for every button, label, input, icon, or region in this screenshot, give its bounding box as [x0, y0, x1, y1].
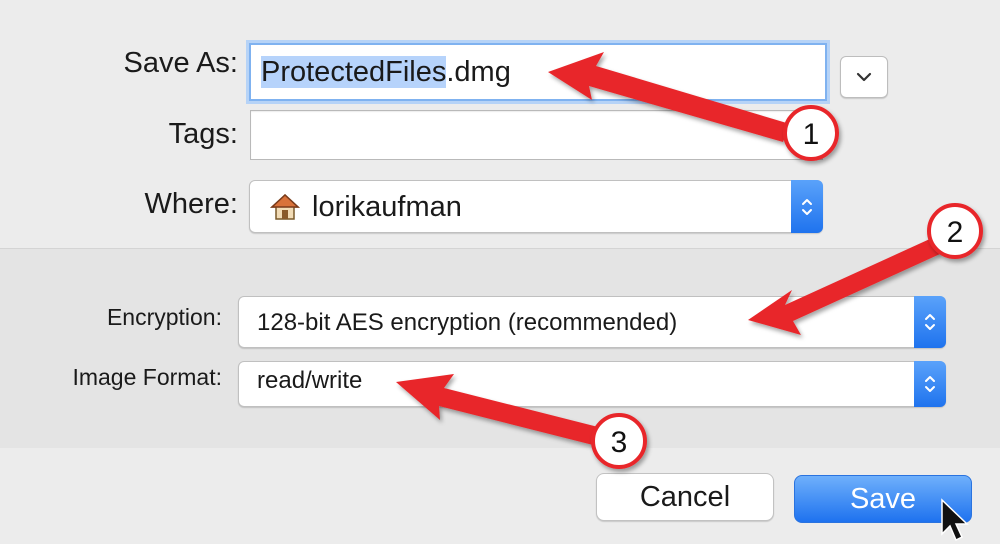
up-down-chevron-icon [802, 198, 812, 215]
where-stepper[interactable] [791, 180, 823, 233]
cancel-button[interactable]: Cancel [596, 473, 774, 521]
up-down-chevron-icon [925, 314, 935, 330]
expand-dialog-button[interactable] [840, 56, 888, 98]
where-value: lorikaufman [312, 191, 462, 223]
save-as-label: Save As: [123, 47, 238, 79]
save-button[interactable]: Save [794, 475, 972, 523]
home-folder-icon [270, 193, 300, 220]
tags-field[interactable] [250, 110, 823, 160]
image-format-label: Image Format: [72, 364, 222, 390]
image-format-popup[interactable]: read/write [238, 361, 946, 407]
encryption-label: Encryption: [106, 304, 222, 330]
image-format-stepper[interactable] [914, 361, 946, 407]
image-format-value: read/write [257, 367, 363, 394]
save-as-extension-text: .dmg [446, 56, 511, 88]
tags-label: Tags: [168, 118, 238, 150]
encryption-value: 128-bit AES encryption (recommended) [257, 309, 678, 336]
up-down-chevron-icon [925, 376, 935, 392]
save-as-selected-text: ProtectedFiles [261, 56, 447, 88]
encryption-stepper[interactable] [914, 296, 946, 348]
where-label: Where: [144, 188, 238, 220]
save-as-field[interactable]: ProtectedFiles.dmg [249, 43, 827, 101]
chevron-down-icon [856, 72, 872, 82]
where-popup[interactable]: lorikaufman [249, 180, 823, 233]
encryption-popup[interactable]: 128-bit AES encryption (recommended) [238, 296, 946, 348]
